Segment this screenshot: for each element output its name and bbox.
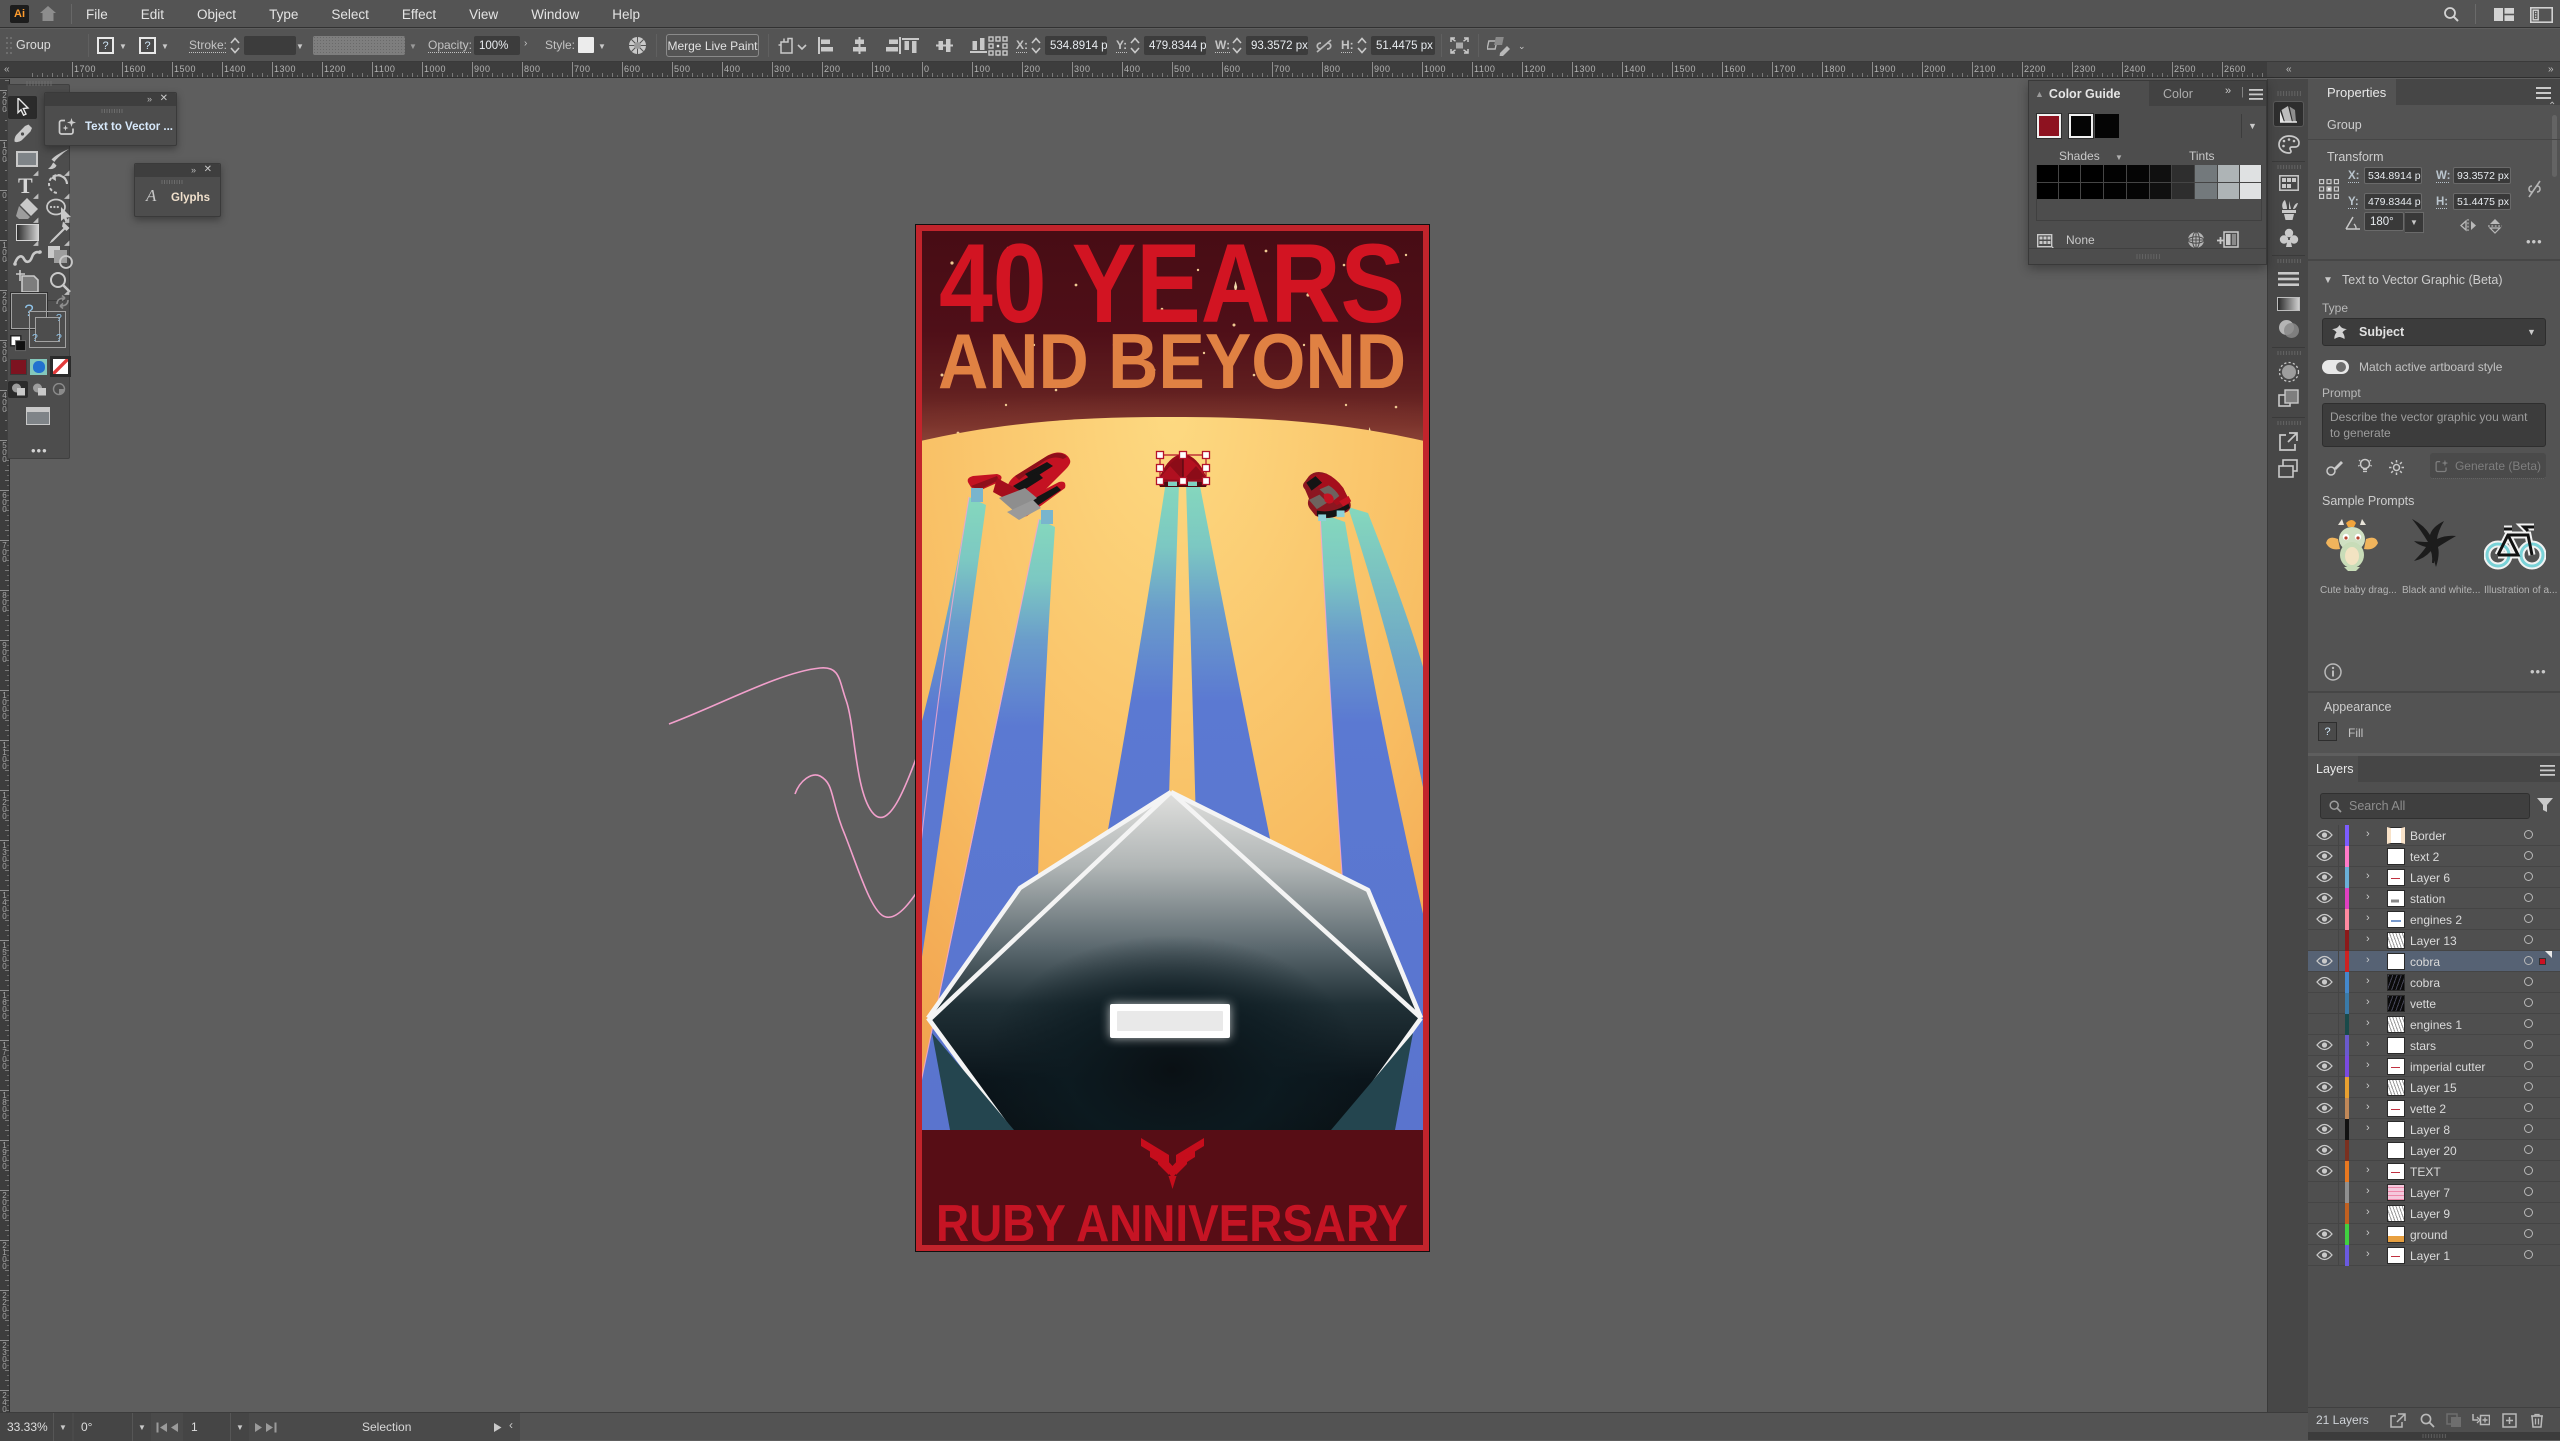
svg-text:RUBY ANNIVERSARY: RUBY ANNIVERSARY [936,1195,1408,1251]
svg-text:AND BEYOND: AND BEYOND [938,317,1406,405]
